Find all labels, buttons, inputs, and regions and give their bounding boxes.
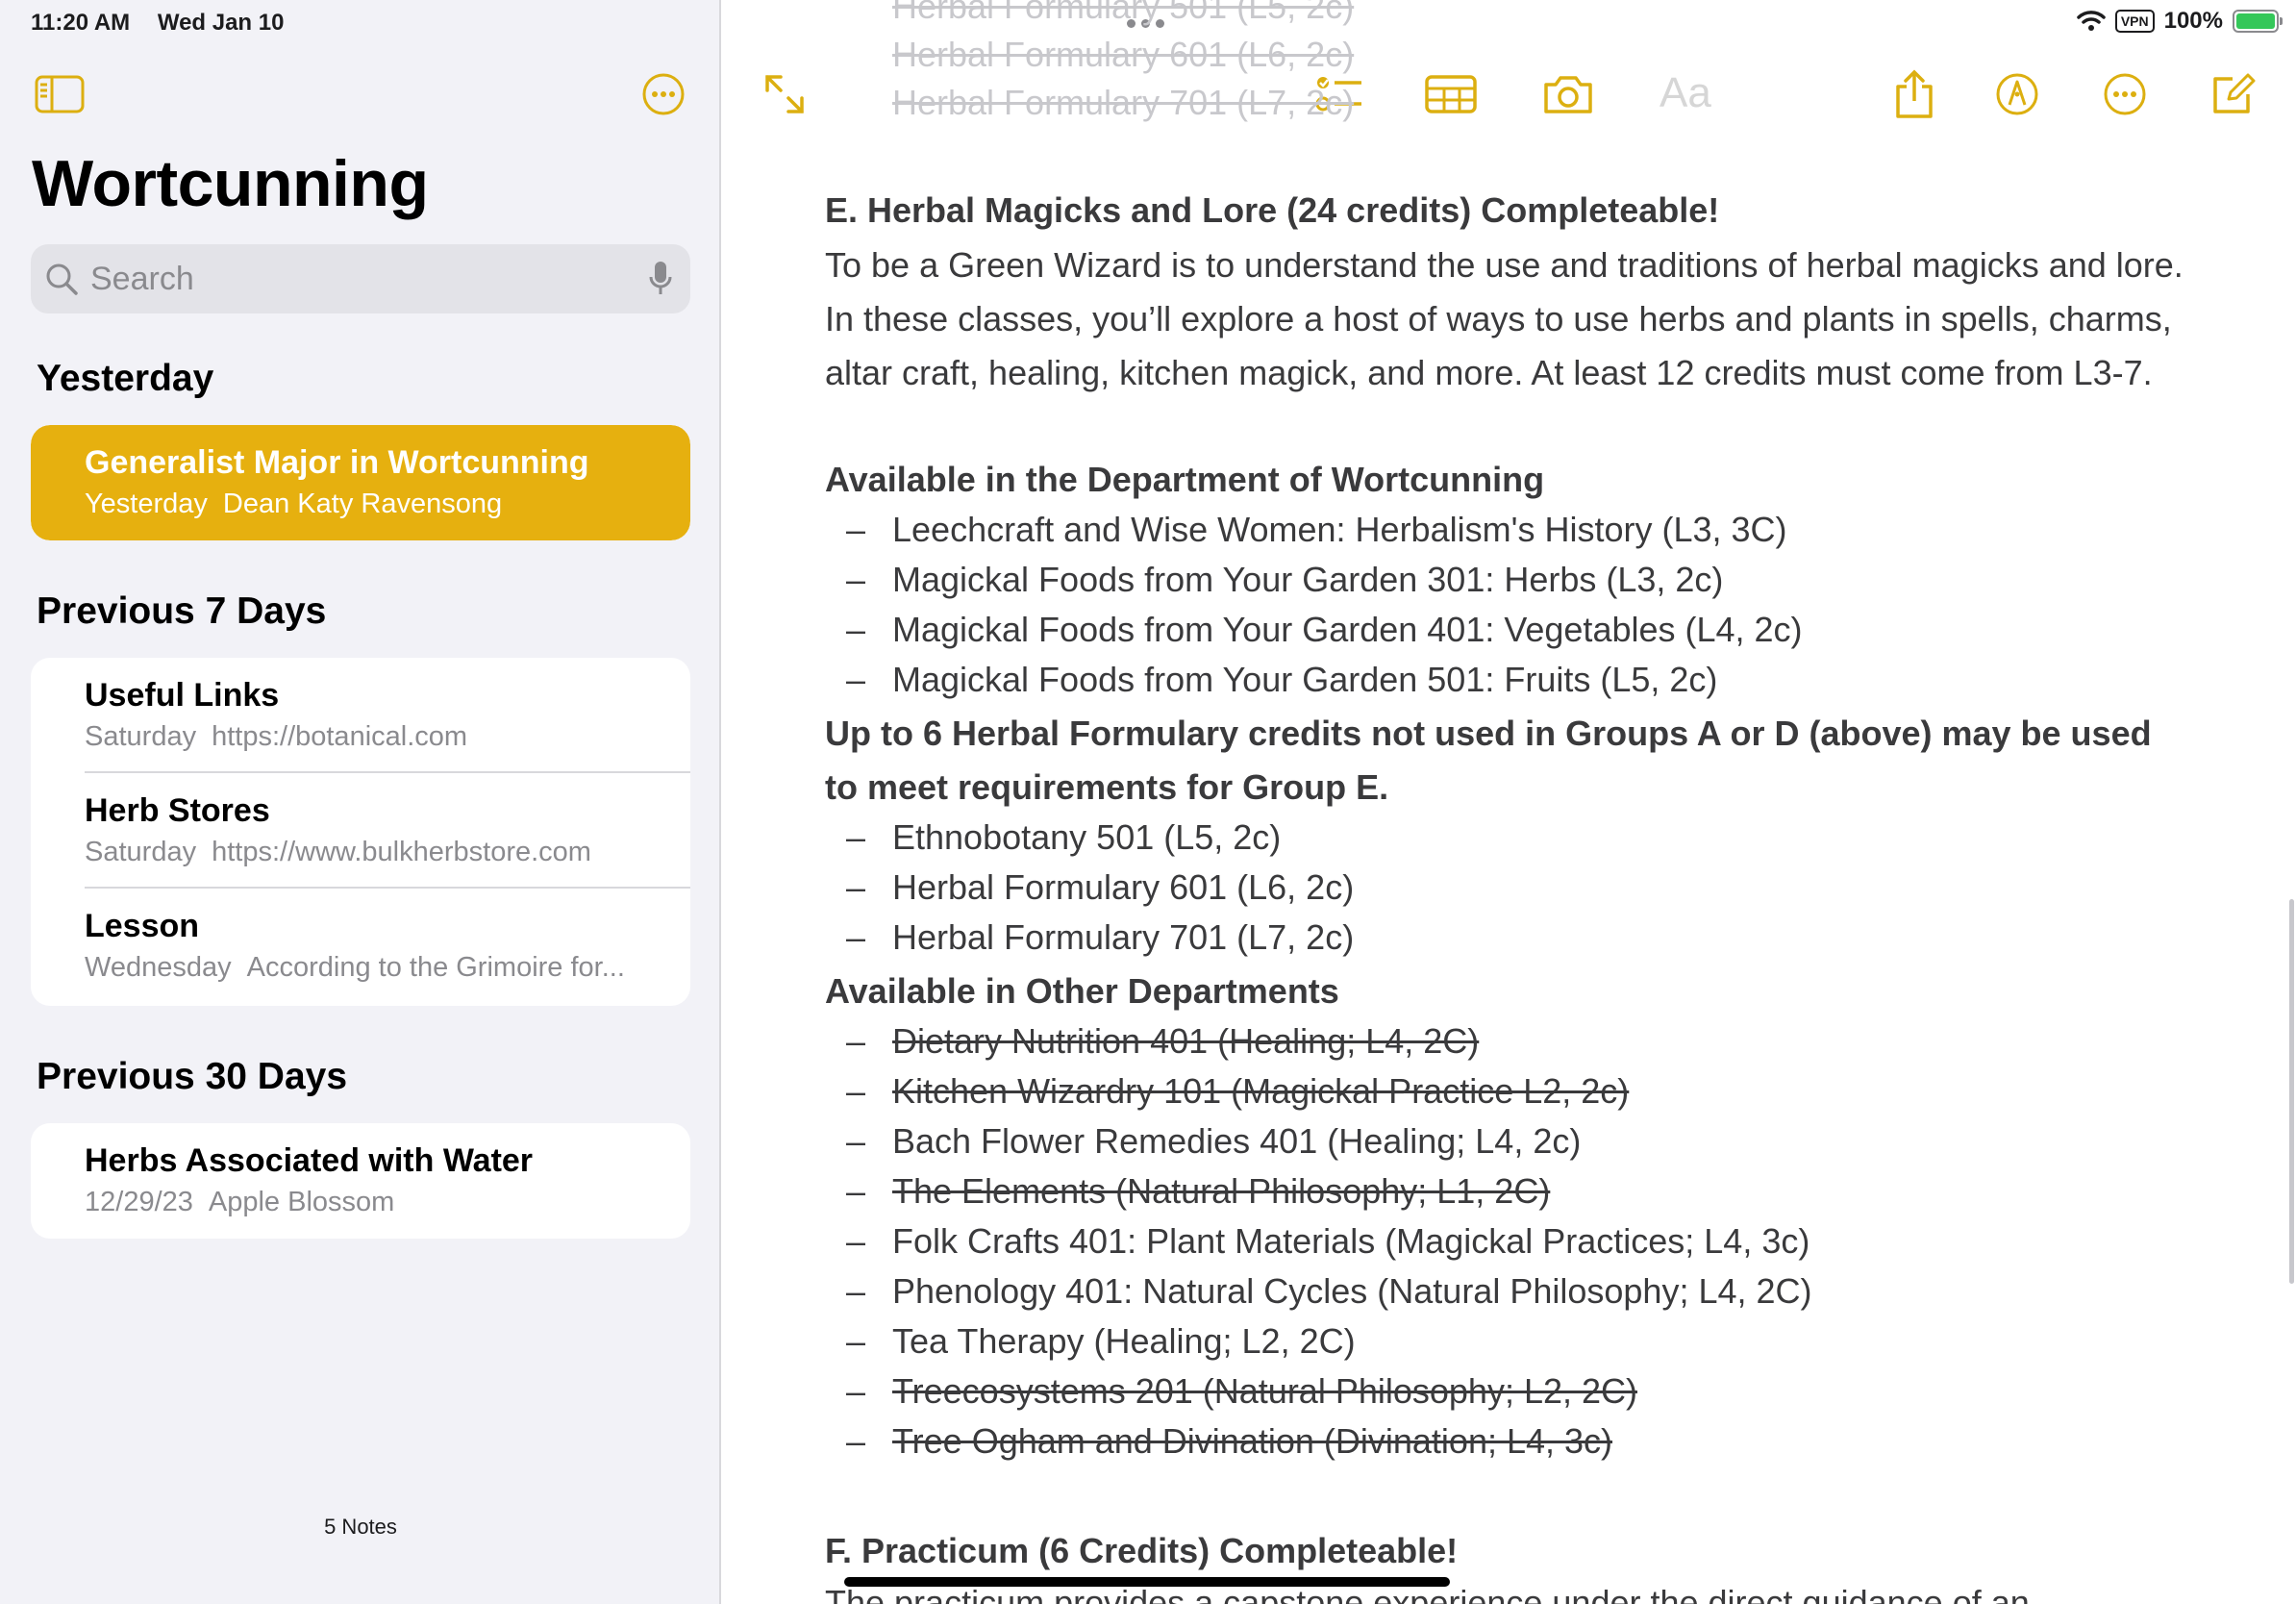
- formulary-note-line-1: Up to 6 Herbal Formulary credits not use…: [825, 714, 2152, 753]
- note-title: Useful Links: [85, 677, 280, 714]
- dept-heading: Available in the Department of Wortcunni…: [825, 460, 1545, 499]
- faded-line: Herbal Formulary 701 (L7, 2c): [892, 83, 1355, 122]
- home-indicator[interactable]: [844, 1577, 1450, 1587]
- note-title: Lesson: [85, 908, 200, 944]
- note-date: 12/29/23: [85, 1187, 193, 1217]
- notes-group-yesterday: Generalist Major in Wortcunning Yesterda…: [31, 425, 690, 540]
- note-subtitle: Yesterday Dean Katy Ravensong: [85, 489, 681, 520]
- notes-group-previous-30-days: Herbs Associated with Water 12/29/23 Appl…: [31, 1123, 690, 1239]
- share-icon[interactable]: [1894, 69, 1934, 119]
- other-dept-heading: Available in Other Departments: [825, 971, 1339, 1011]
- notes-count: 5 Notes: [324, 1515, 397, 1539]
- note-date: Wednesday: [85, 952, 232, 983]
- status-time: 11:20 AM: [31, 10, 131, 36]
- search-icon: [46, 263, 78, 295]
- note-subtitle: Saturday https://www.bulkherbstore.com: [85, 837, 681, 868]
- note-subtitle: Wednesday According to the Grimoire for..…: [85, 952, 681, 984]
- section-heading-previous-7-days: Previous 7 Days: [37, 590, 327, 632]
- more-options-icon[interactable]: [642, 73, 685, 115]
- expand-icon[interactable]: [763, 73, 806, 115]
- text-format-button[interactable]: Aa: [1660, 69, 1711, 117]
- status-indicators: VPN 100%: [2077, 8, 2283, 35]
- scrollbar[interactable]: [2289, 899, 2294, 1284]
- note-date: Yesterday: [85, 489, 208, 519]
- note-date: Saturday: [85, 837, 197, 867]
- section-heading-yesterday: Yesterday: [37, 358, 214, 399]
- note-title: Generalist Major in Wortcunning: [85, 444, 589, 481]
- section-e-paragraph: To be a Green Wizard is to understand th…: [825, 245, 2184, 392]
- status-clock: 11:20 AM Wed Jan 10: [31, 10, 305, 37]
- note-item-generalist-major[interactable]: Generalist Major in Wortcunning Yesterda…: [31, 425, 690, 540]
- note-date: Saturday: [85, 721, 197, 752]
- section-heading-previous-30-days: Previous 30 Days: [37, 1056, 348, 1097]
- note-item-herb-stores[interactable]: Herb Stores Saturday https://www.bulkherb…: [31, 773, 690, 889]
- microphone-icon[interactable]: [648, 260, 673, 298]
- note-subtitle: 12/29/23 Apple Blossom: [85, 1187, 681, 1218]
- notes-group-previous-7-days: Useful Links Saturday https://botanical.c…: [31, 658, 690, 1006]
- battery-icon: [2233, 10, 2283, 33]
- table-icon[interactable]: [1425, 73, 1477, 115]
- note-preview: Dean Katy Ravensong: [222, 489, 503, 519]
- notes-sidebar: 11:20 AM Wed Jan 10 Wortcunning Yesterda…: [0, 0, 721, 1604]
- status-date: Wed Jan 10: [157, 10, 285, 36]
- note-subtitle: Saturday https://botanical.com: [85, 721, 681, 753]
- sidebar-toggle-icon[interactable]: [35, 75, 85, 113]
- compose-icon[interactable]: [2211, 73, 2256, 115]
- note-editor: VPN 100% Aa Herbal Formulary 501 (L5, 2c…: [723, 0, 2296, 1604]
- camera-icon[interactable]: [1542, 73, 1594, 115]
- battery-percent: 100%: [2163, 8, 2223, 34]
- note-item-useful-links[interactable]: Useful Links Saturday https://botanical.c…: [31, 658, 690, 773]
- faded-line: Herbal Formulary 501 (L5, 2c): [892, 0, 1355, 26]
- section-e-heading: E. Herbal Magicks and Lore (24 credits) …: [825, 190, 1720, 230]
- wifi-icon: [2077, 11, 2106, 31]
- note-preview: https://botanical.com: [212, 721, 468, 752]
- search-bar[interactable]: [31, 244, 690, 313]
- note-more-icon[interactable]: [2104, 73, 2146, 115]
- note-title: Herb Stores: [85, 792, 270, 829]
- note-title: Herbs Associated with Water: [85, 1142, 534, 1179]
- markup-icon[interactable]: [1996, 73, 2038, 115]
- vpn-badge: VPN: [2114, 10, 2155, 33]
- note-item-herbs-water[interactable]: Herbs Associated with Water 12/29/23 Appl…: [31, 1123, 690, 1239]
- note-preview: https://www.bulkherbstore.com: [212, 837, 591, 867]
- note-preview: According to the Grimoire for...: [246, 952, 625, 983]
- faded-line: Herbal Formulary 601 (L6, 2c): [892, 35, 1355, 74]
- section-f-heading: F. Practicum (6 Credits) Completeable!: [825, 1531, 1459, 1570]
- note-preview: Apple Blossom: [208, 1187, 395, 1217]
- search-input[interactable]: [90, 256, 629, 302]
- folder-title: Wortcunning: [32, 147, 429, 220]
- note-item-lesson[interactable]: Lesson Wednesday According to the Grimoir…: [31, 889, 690, 1004]
- formulary-note-line-2: to meet requirements for Group E.: [825, 767, 1389, 807]
